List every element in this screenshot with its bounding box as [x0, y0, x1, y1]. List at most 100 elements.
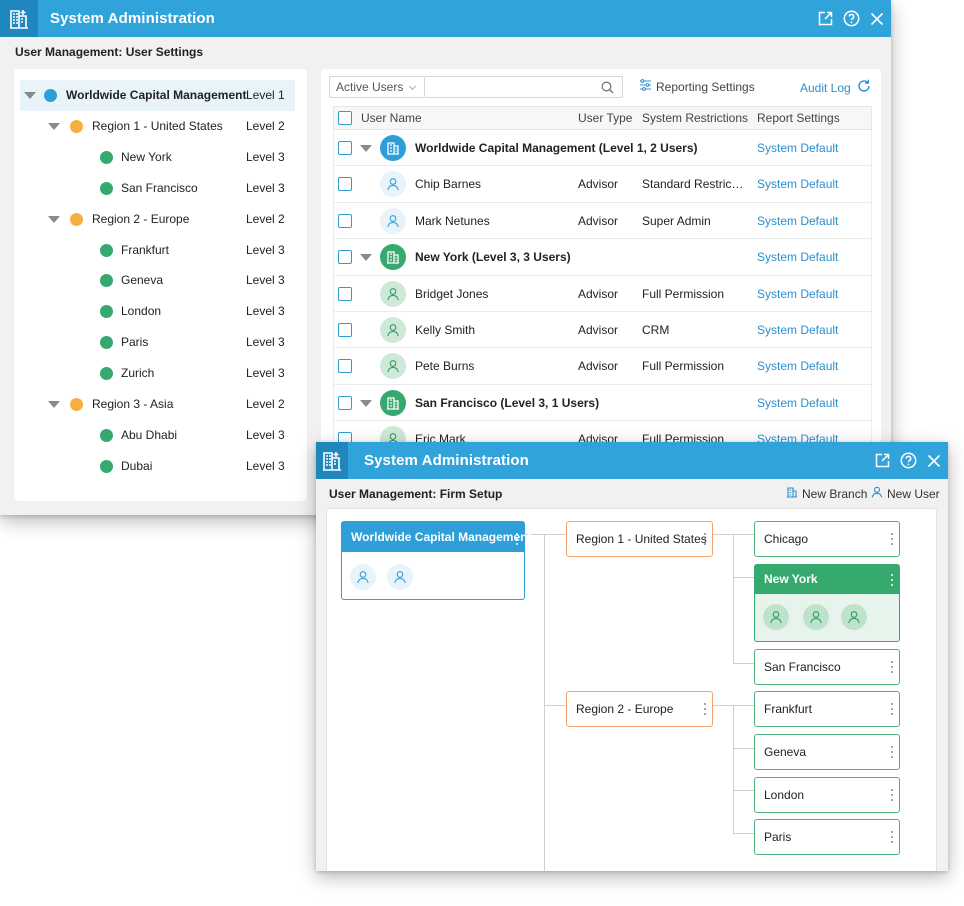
table-row[interactable]: Mark Netunes Advisor Super Admin System Def…	[333, 202, 872, 240]
select-all-checkbox[interactable]	[338, 111, 352, 125]
user-name[interactable]: Kelly Smith	[415, 312, 475, 348]
close-icon[interactable]	[867, 9, 887, 29]
search-field[interactable]	[425, 76, 623, 98]
caret-down-icon[interactable]	[360, 145, 372, 152]
more-vertical-icon[interactable]	[890, 831, 893, 843]
tree-item[interactable]: Region 3 - Asia Level 2	[20, 389, 295, 420]
org-node-branch-geneva[interactable]: Geneva	[754, 734, 900, 770]
table-row[interactable]: Bridget Jones Advisor Full Permission Syste…	[333, 275, 872, 312]
user-name[interactable]: Bridget Jones	[415, 276, 488, 312]
caret-down-icon[interactable]	[48, 401, 60, 408]
org-node-branch-san-francisco[interactable]: San Francisco	[754, 649, 900, 685]
report-settings-link[interactable]: System Default	[757, 276, 838, 312]
user-avatar[interactable]	[841, 604, 867, 630]
new-branch-button[interactable]: New Branch	[786, 486, 867, 501]
more-vertical-icon[interactable]	[515, 533, 518, 545]
row-checkbox[interactable]	[338, 141, 352, 155]
more-vertical-icon[interactable]	[890, 703, 893, 715]
row-checkbox[interactable]	[338, 286, 352, 301]
help-icon[interactable]	[898, 451, 918, 471]
report-settings-link[interactable]: System Default	[757, 130, 838, 166]
tree-item[interactable]: Frankfurt Level 3	[20, 235, 295, 266]
group-name: Worldwide Capital Management (Level 1, 2…	[415, 141, 698, 155]
popout-icon[interactable]	[872, 451, 892, 471]
tree-item[interactable]: San Francisco Level 3	[20, 173, 295, 204]
org-node-branch-chicago[interactable]: Chicago	[754, 521, 900, 557]
caret-down-icon[interactable]	[48, 122, 60, 130]
caret-down-icon[interactable]	[360, 254, 372, 262]
tree-item[interactable]: Worldwide Capital Management Level 1	[20, 80, 295, 111]
row-checkbox[interactable]	[338, 250, 352, 265]
row-checkbox[interactable]	[338, 177, 352, 192]
caret-down-icon[interactable]	[360, 399, 372, 407]
user-name[interactable]: Chip Barnes	[415, 166, 481, 202]
user-avatar[interactable]	[350, 564, 376, 590]
more-vertical-icon[interactable]	[890, 574, 893, 586]
org-tree-panel: Worldwide Capital Management Level 1 Regio…	[14, 69, 307, 501]
search-icon[interactable]	[601, 81, 614, 97]
more-vertical-icon[interactable]	[890, 533, 893, 545]
more-vertical-icon[interactable]	[890, 789, 893, 801]
user-avatar[interactable]	[763, 604, 789, 630]
report-settings-link[interactable]: System Default	[757, 348, 838, 384]
more-vertical-icon[interactable]	[890, 661, 893, 673]
reporting-settings-button[interactable]: Reporting Settings	[639, 79, 755, 94]
firm-org-chart: Worldwide Capital Management Region 1 - …	[326, 508, 937, 871]
row-checkbox[interactable]	[338, 322, 352, 337]
tree-item[interactable]: Region 1 - United States Level 2	[20, 111, 295, 142]
report-settings-link[interactable]: System Default	[757, 385, 838, 421]
user-avatar[interactable]	[387, 564, 413, 590]
row-checkbox[interactable]	[338, 395, 352, 410]
table-group-row[interactable]: Worldwide Capital Management (Level 1, 2…	[333, 130, 872, 167]
report-settings-link[interactable]: System Default	[757, 239, 838, 275]
org-node-region-1[interactable]: Region 1 - United States	[566, 521, 713, 557]
tree-item[interactable]: Region 2 - Europe Level 2	[20, 204, 295, 235]
org-node-branch-frankfurt[interactable]: Frankfurt	[754, 691, 900, 727]
user-status-filter[interactable]: Active Users	[329, 76, 425, 98]
user-avatar[interactable]	[803, 604, 829, 630]
org-node-region-2[interactable]: Region 2 - Europe	[566, 691, 713, 727]
caret-down-icon[interactable]	[24, 92, 36, 99]
user-name[interactable]: Pete Burns	[415, 348, 474, 384]
refresh-icon[interactable]	[857, 79, 871, 96]
tree-item[interactable]: Zurich Level 3	[20, 358, 295, 389]
new-user-button[interactable]: New User	[871, 486, 940, 501]
column-header-user-type[interactable]: User Type	[578, 107, 632, 130]
row-checkbox[interactable]	[338, 359, 352, 374]
search-input[interactable]	[425, 77, 595, 97]
tree-item[interactable]: London Level 3	[20, 296, 295, 327]
user-name[interactable]: Mark Netunes	[415, 203, 490, 239]
column-header-report-settings[interactable]: Report Settings	[757, 107, 840, 130]
popout-icon[interactable]	[815, 9, 835, 29]
table-row[interactable]: Kelly Smith Advisor CRM System Default	[333, 311, 872, 349]
column-header-system-restrictions[interactable]: System Restrictions	[642, 107, 748, 130]
report-settings-link[interactable]: System Default	[757, 166, 838, 202]
table-row[interactable]: Pete Burns Advisor Full Permission System D…	[333, 348, 872, 385]
more-vertical-icon[interactable]	[703, 703, 706, 715]
table-group-row[interactable]: New York (Level 3, 3 Users) System Defaul…	[333, 239, 872, 276]
org-node-branch-london[interactable]: London	[754, 777, 900, 813]
tree-item[interactable]: Paris Level 3	[20, 327, 295, 358]
org-node-root[interactable]: Worldwide Capital Management	[341, 521, 531, 600]
more-vertical-icon[interactable]	[890, 746, 893, 758]
tree-item[interactable]: Geneva Level 3	[20, 265, 295, 296]
more-vertical-icon[interactable]	[703, 533, 706, 545]
tree-item[interactable]: New York Level 3	[20, 142, 295, 173]
org-node-branch-new-york[interactable]: New York	[754, 564, 900, 642]
audit-log-link[interactable]: Audit Log	[800, 81, 851, 95]
caret-down-icon[interactable]	[48, 215, 60, 223]
row-checkbox[interactable]	[338, 213, 352, 228]
table-row[interactable]: Chip Barnes Advisor Standard Restrictions S…	[333, 166, 872, 203]
tree-item[interactable]: Abu Dhabi Level 3	[20, 420, 295, 451]
close-icon[interactable]	[924, 451, 944, 471]
org-node-branch-paris[interactable]: Paris	[754, 819, 900, 855]
tree-item-level: Level 3	[246, 242, 285, 257]
column-header-user-name[interactable]: User Name	[361, 107, 422, 130]
tree-item[interactable]: Dubai Level 3	[20, 451, 295, 482]
table-group-row[interactable]: San Francisco (Level 3, 1 Users) System D…	[333, 384, 872, 422]
report-settings-link[interactable]: System Default	[757, 203, 838, 239]
report-settings-link[interactable]: System Default	[757, 312, 838, 348]
help-icon[interactable]	[841, 9, 861, 29]
tree-item-level: Level 2	[246, 211, 285, 226]
tree-item-label: Frankfurt	[121, 242, 170, 257]
